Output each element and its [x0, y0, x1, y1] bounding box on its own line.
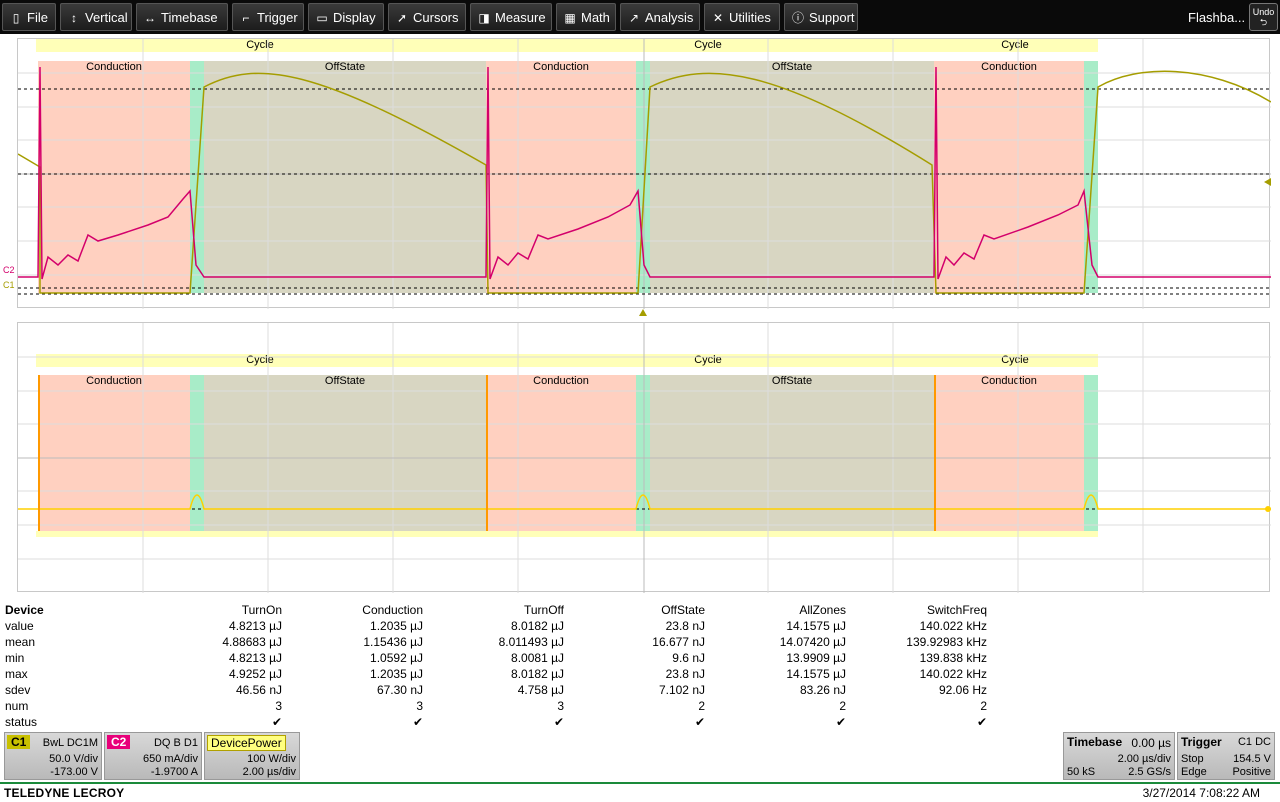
cursors-menu[interactable]: ➚ Cursors [388, 3, 466, 31]
calculator-icon: ▦ [564, 11, 576, 25]
trigger-marker-icon[interactable] [639, 309, 647, 316]
c2-trace-label: C2 [3, 265, 15, 275]
status-check-icon: ✔ [835, 715, 846, 729]
horizontal-arrows-icon: ↔ [144, 11, 156, 25]
measure-menu[interactable]: ◨ Measure [470, 3, 552, 31]
footer-bar: TELEDYNE LECROY 3/27/2014 7:08:22 AM [0, 782, 1280, 802]
vertical-menu[interactable]: ↕ Vertical [60, 3, 132, 31]
timebase-menu[interactable]: ↔ Timebase [136, 3, 228, 31]
undo-button[interactable]: Undo ⮌ [1249, 3, 1278, 31]
status-check-icon: ✔ [271, 715, 282, 729]
table-row: min 4.8213 µJ 1.0592 µJ 8.0081 µJ 9.6 nJ… [5, 651, 987, 665]
upper-grid[interactable]: Cycle Cycle Cycle Conduction OffState Co… [17, 38, 1271, 309]
trigger-menu[interactable]: ⌐ Trigger [232, 3, 304, 31]
device-power-descriptor[interactable]: DevicePower 100 W/div 2.00 µs/div [204, 732, 300, 780]
status-check-icon: ✔ [976, 715, 987, 729]
table-row: max 4.9252 µJ 1.2035 µJ 8.0182 µJ 23.8 n… [5, 667, 987, 681]
info-icon: ⓘ [791, 11, 804, 25]
trigger-icon: ⌐ [242, 11, 250, 25]
tools-icon: ✕ [712, 11, 724, 25]
table-row: sdev 46.56 nJ 67.30 nJ 4.758 µJ 7.102 nJ… [5, 683, 987, 697]
lower-grid[interactable]: Cycle Cycle Cycle Conduction OffState Co… [17, 322, 1271, 593]
math-menu[interactable]: ▦ Math [556, 3, 616, 31]
display-menu[interactable]: ▭ Display [308, 3, 384, 31]
c1-descriptor[interactable]: C1 BwL DC1M 50.0 V/div -173.00 V [4, 732, 102, 780]
trigger-descriptor[interactable]: Trigger C1 DC Stop 154.5 V Edge Positive [1177, 732, 1275, 780]
timebase-descriptor[interactable]: Timebase 0.00 µs 2.00 µs/div 50 kS 2.5 G… [1063, 732, 1175, 780]
table-row: num 3 3 3 2 2 2 [5, 699, 987, 713]
upper-waveform-plot [18, 39, 1271, 309]
datetime-display: 3/27/2014 7:08:22 AM [1142, 786, 1260, 800]
status-check-icon: ✔ [694, 715, 705, 729]
chart-icon: ↗ [628, 11, 640, 25]
measure-icon: ◨ [478, 11, 490, 25]
display-icon: ▭ [316, 11, 328, 25]
lower-waveform-plot [18, 323, 1271, 593]
menu-bar: ▯ File ↕ Vertical ↔ Timebase ⌐ Trigger ▭ Disp… [0, 0, 1280, 34]
undo-icon: ⮌ [1259, 17, 1268, 27]
utilities-menu[interactable]: ✕ Utilities [704, 3, 780, 31]
vertical-arrows-icon: ↕ [71, 11, 77, 25]
table-row: value 4.8213 µJ 1.2035 µJ 8.0182 µJ 23.8… [5, 619, 987, 633]
c1-trace-label: C1 [3, 280, 15, 290]
table-row: mean 4.88683 µJ 1.15436 µJ 8.011493 µJ 1… [5, 635, 987, 649]
c2-descriptor[interactable]: C2 DQ B D1 650 mA/div -1.9700 A [104, 732, 202, 780]
support-menu[interactable]: ⓘ Support [784, 3, 858, 31]
cursor-icon: ➚ [396, 11, 408, 25]
file-menu[interactable]: ▯ File [2, 3, 56, 31]
status-check-icon: ✔ [412, 715, 423, 729]
file-icon: ▯ [12, 11, 20, 25]
brand-logo: TELEDYNE LECROY [4, 786, 125, 800]
table-status-row: status ✔ ✔ ✔ ✔ ✔ ✔ [5, 715, 987, 729]
flashback-button[interactable]: Flashba... [1188, 10, 1245, 25]
status-check-icon: ✔ [553, 715, 564, 729]
table-header-row: Device TurnOn Conduction TurnOff OffStat… [5, 603, 987, 617]
analysis-menu[interactable]: ↗ Analysis [620, 3, 700, 31]
